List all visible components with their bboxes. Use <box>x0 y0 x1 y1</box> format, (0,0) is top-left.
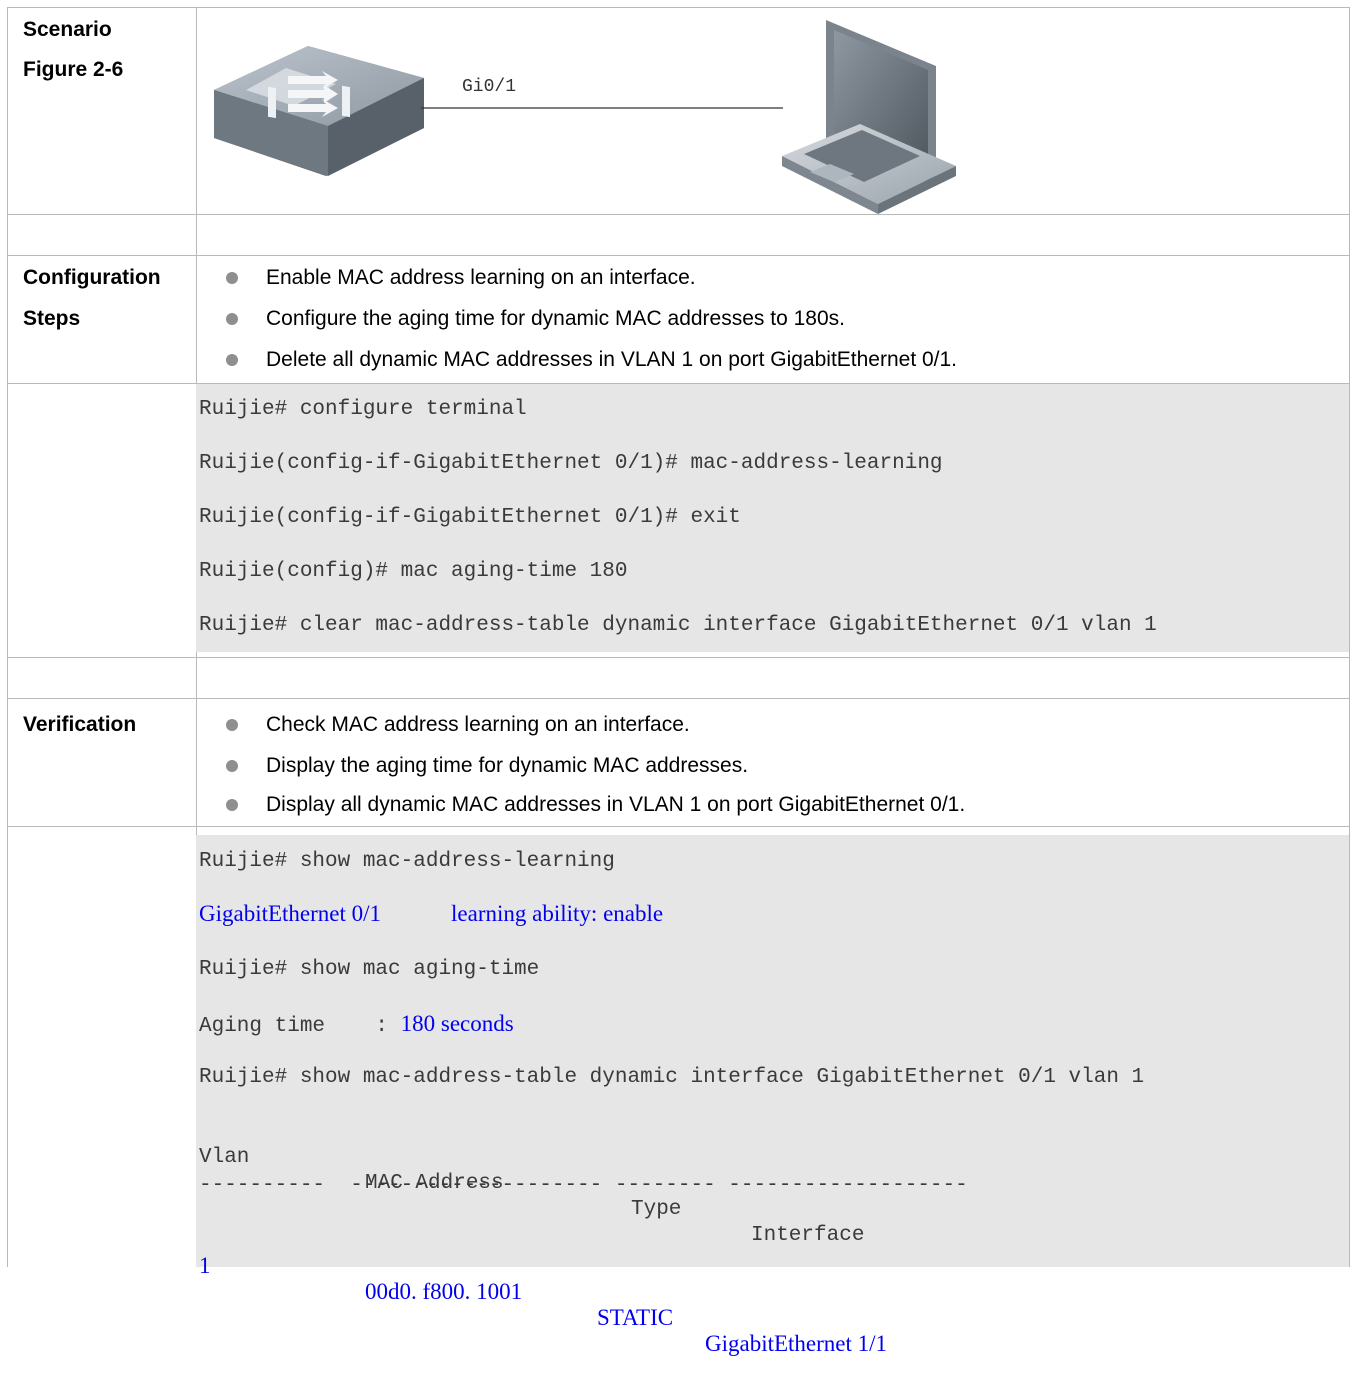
verification-code-cell: Ruijie# show mac-address-learning Gigabi… <box>196 827 1350 1356</box>
code-line: Ruijie(config)# mac aging-time 180 <box>199 560 628 583</box>
verification-label: Verification <box>23 713 137 736</box>
spacer-row <box>7 214 1350 255</box>
list-item-text: Display all dynamic MAC addresses in VLA… <box>266 793 966 816</box>
port-label: Gi0/1 <box>462 77 516 97</box>
code-line: Ruijie# show mac-address-table dynamic i… <box>199 1066 1145 1089</box>
verification-steps-list: Check MAC address learning on an interfa… <box>196 699 1350 826</box>
cell-vlan: 1 <box>199 1253 211 1278</box>
code-line: Ruijie# clear mac-address-table dynamic … <box>199 614 1157 637</box>
learning-ability: learning ability: enable <box>451 901 664 926</box>
verification-label-cell: Verification <box>7 699 197 826</box>
bullet-icon <box>226 760 238 772</box>
topology-diagram: Gi0/1 <box>214 20 956 214</box>
verification-code-block: Ruijie# show mac-address-learning Gigabi… <box>196 835 1349 1356</box>
configuration-steps-row: Configuration Steps Enable MAC address l… <box>7 255 1350 383</box>
spacer-row <box>7 657 1350 698</box>
code-output-line: GigabitEthernet 0/1 learning ability: ena… <box>199 901 663 927</box>
table-separator: ---------- -------------------- --------… <box>199 1174 968 1197</box>
interface-name: GigabitEthernet 0/1 <box>199 901 382 926</box>
header-vlan: Vlan <box>199 1146 250 1169</box>
configuration-label: Configuration <box>23 266 161 289</box>
bullet-icon <box>226 354 238 366</box>
bullet-icon <box>226 313 238 325</box>
table-row: 1 00d0. f800. 1001 STATIC GigabitEtherne… <box>199 1227 887 1383</box>
figure-label: Figure 2-6 <box>23 58 124 81</box>
bullet-icon <box>226 799 238 811</box>
aging-time-value: 180 seconds <box>400 1011 514 1036</box>
aging-time-label: Aging time : <box>199 1015 401 1038</box>
verification-code-label-cell <box>7 827 197 1267</box>
configuration-code-cell: Ruijie# configure terminal Ruijie(config… <box>196 384 1350 657</box>
list-item-text: Configure the aging time for dynamic MAC… <box>266 307 845 330</box>
bullet-icon <box>226 719 238 731</box>
bullet-icon <box>226 272 238 284</box>
configuration-code-label-cell <box>7 384 197 657</box>
verification-code-row: Ruijie# show mac-address-learning Gigabi… <box>7 826 1350 1356</box>
cell-mac-address: 00d0. f800. 1001 <box>365 1279 523 1304</box>
list-item-text: Enable MAC address learning on an interf… <box>266 266 696 289</box>
code-line: Ruijie# configure terminal <box>199 398 527 421</box>
list-item-text: Display the aging time for dynamic MAC a… <box>266 754 749 777</box>
scenario-label-cell: Scenario Figure 2-6 <box>7 8 197 214</box>
list-item-text: Delete all dynamic MAC addresses in VLAN… <box>266 348 958 371</box>
cell-interface: GigabitEthernet 1/1 <box>705 1331 888 1356</box>
scenario-label: Scenario <box>23 18 112 41</box>
procedure-table: Scenario Figure 2-6 Gi0/1 Configuration … <box>7 7 1350 1356</box>
spacer-content-cell <box>196 215 1350 255</box>
configuration-steps-list: Enable MAC address learning on an interf… <box>196 256 1350 383</box>
code-line: Ruijie(config-if-GigabitEthernet 0/1)# m… <box>199 452 943 475</box>
header-interface: Interface <box>751 1224 865 1247</box>
cell-type: STATIC <box>597 1305 674 1330</box>
spacer-label-cell <box>7 658 197 698</box>
spacer-content-cell <box>196 658 1350 698</box>
code-line: Ruijie# show mac aging-time <box>199 958 540 981</box>
topology-figure: Gi0/1 <box>196 8 1350 214</box>
steps-label: Steps <box>23 307 81 330</box>
scenario-row: Scenario Figure 2-6 Gi0/1 <box>7 7 1350 214</box>
list-item-text: Check MAC address learning on an interfa… <box>266 713 690 736</box>
configuration-label-cell: Configuration Steps <box>7 256 197 383</box>
configuration-code-block: Ruijie# configure terminal Ruijie(config… <box>196 384 1349 652</box>
laptop-icon <box>782 20 956 214</box>
verification-row: Verification Check MAC address learning … <box>7 698 1350 826</box>
code-line: Ruijie(config-if-GigabitEthernet 0/1)# e… <box>199 506 741 529</box>
header-type: Type <box>631 1198 682 1221</box>
code-line: Ruijie# show mac-address-learning <box>199 850 615 873</box>
spacer-label-cell <box>7 215 197 255</box>
configuration-code-row: Ruijie# configure terminal Ruijie(config… <box>7 383 1350 657</box>
switch-icon <box>214 46 424 176</box>
code-output-line: Aging time : 180 seconds <box>199 1011 514 1040</box>
